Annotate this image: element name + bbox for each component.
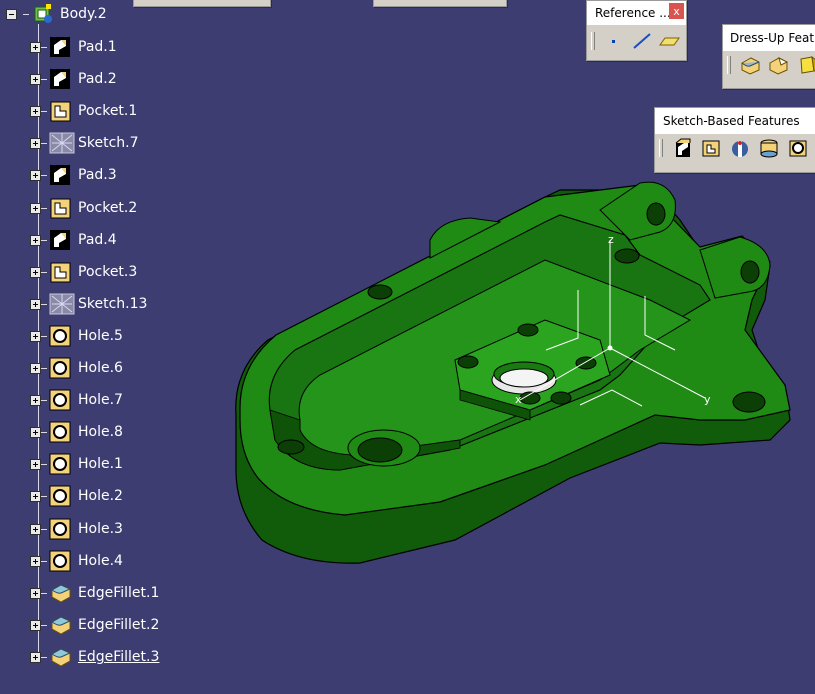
part-model[interactable]: z x y — [0, 0, 815, 694]
axis-y-label: y — [704, 393, 711, 406]
axis-z-label: z — [608, 233, 614, 246]
axis-x-label: x — [515, 393, 522, 406]
